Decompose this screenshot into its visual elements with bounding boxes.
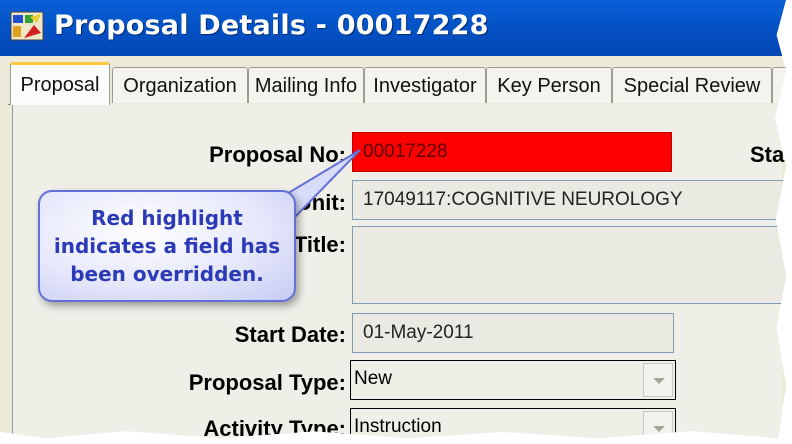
lead-unit-field[interactable]: 17049117:COGNITIVE NEUROLOGY: [352, 180, 786, 220]
tab-bar: Proposal Organization Mailing Info Inves…: [8, 62, 786, 105]
proposal-details-window: Proposal Details - 00017228 Proposal Org…: [0, 0, 786, 438]
tab-organization[interactable]: Organization: [112, 67, 248, 103]
tab-investigator[interactable]: Investigator: [364, 67, 486, 103]
window-titlebar[interactable]: Proposal Details - 00017228: [0, 0, 786, 56]
app-icon: [10, 11, 44, 41]
tab-special-review[interactable]: Special Review: [612, 67, 772, 103]
proposal-type-label: Proposal Type:: [188, 370, 346, 395]
tab-proposal[interactable]: Proposal: [10, 62, 110, 105]
proposal-type-select[interactable]: New: [350, 360, 676, 400]
activity-type-label: Activity Type:: [203, 416, 346, 438]
tab-overflow[interactable]: [772, 67, 786, 103]
callout-line-1: Red highlight: [91, 206, 243, 230]
start-date-label: Start Date:: [234, 322, 346, 347]
tab-mailing-info[interactable]: Mailing Info: [248, 67, 364, 103]
callout-pointer: [280, 149, 361, 220]
status-label: Sta: [750, 142, 785, 167]
chevron-down-icon[interactable]: [643, 363, 673, 397]
activity-type-select[interactable]: Instruction: [350, 408, 676, 438]
chevron-down-icon[interactable]: [643, 411, 673, 438]
start-date-field[interactable]: 01-May-2011: [352, 313, 674, 353]
window-title: Proposal Details - 00017228: [54, 10, 489, 41]
callout-line-2: indicates a field has: [53, 234, 281, 258]
tab-key-person[interactable]: Key Person: [486, 67, 612, 103]
callout-line-3: been overridden.: [70, 262, 264, 286]
proposal-no-field[interactable]: 00017228: [352, 132, 672, 172]
title-field[interactable]: [352, 226, 786, 304]
activity-type-value: Instruction: [354, 416, 442, 437]
proposal-type-value: New: [354, 368, 393, 389]
override-callout: Red highlight indicates a field has been…: [38, 190, 296, 302]
